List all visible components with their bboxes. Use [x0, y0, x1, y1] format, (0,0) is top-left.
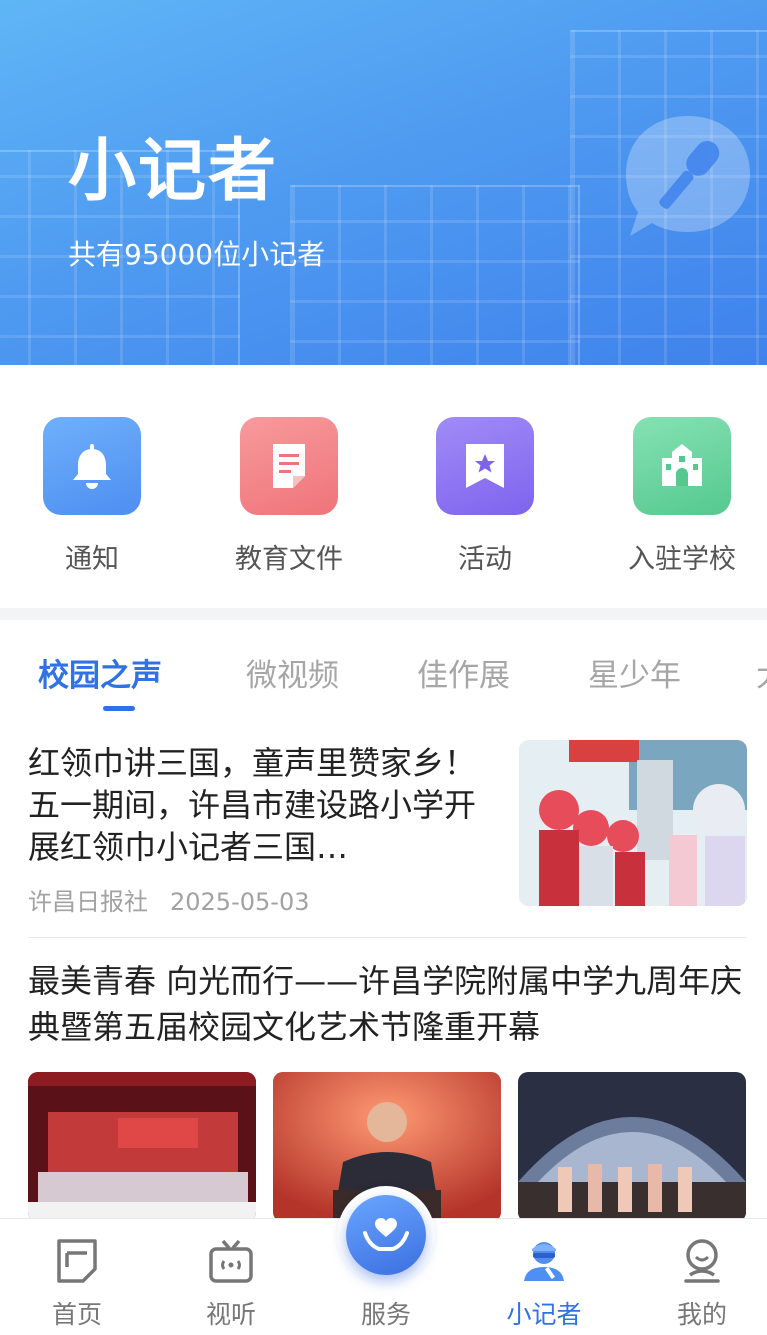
active-tab-indicator — [103, 706, 135, 711]
quick-menu: 通知 教育文件 活动 入驻学校 — [0, 365, 767, 608]
nav-label: 首页 — [51, 1300, 102, 1329]
reporter-icon — [524, 1242, 564, 1281]
news-item[interactable]: 最美青春 向光而行——许昌学院附属中学九周年庆典暨第五届校园文化艺术节隆重开幕 — [28, 958, 746, 1222]
profile-icon — [684, 1239, 720, 1283]
heart-hands-icon — [346, 1195, 426, 1275]
bell-icon — [43, 417, 141, 515]
nav-label: 服务 — [360, 1300, 411, 1329]
nav-home[interactable]: 首页 — [0, 1219, 154, 1335]
news-title: 红领巾讲三国，童声里赞家乡！五一期间，许昌市建设路小学开展红领巾小记者三国… — [28, 744, 477, 866]
menu-item-education-files[interactable]: 教育文件 — [209, 417, 369, 576]
nav-label: 小记者 — [506, 1300, 582, 1329]
document-icon — [240, 417, 338, 515]
nav-reporter[interactable]: 小记者 — [467, 1219, 621, 1335]
background-building — [290, 185, 580, 365]
tv-icon — [209, 1239, 253, 1283]
menu-item-notice[interactable]: 通知 — [12, 417, 172, 576]
news-image — [518, 1072, 746, 1222]
nav-mine[interactable]: 我的 — [625, 1219, 767, 1335]
reporter-count: 共有95000位小记者 — [68, 238, 326, 271]
menu-label: 教育文件 — [235, 544, 343, 575]
menu-label: 通知 — [65, 544, 119, 575]
nav-label: 我的 — [676, 1300, 727, 1329]
header-banner: 小记者 共有95000位小记者 — [0, 0, 767, 365]
menu-label: 入驻学校 — [628, 544, 736, 575]
news-date: 2025-05-03 — [170, 888, 310, 916]
menu-item-schools[interactable]: 入驻学校 — [602, 417, 762, 576]
news-meta: 许昌日报社 2025-05-03 — [28, 882, 309, 917]
menu-label: 活动 — [458, 544, 512, 575]
tab-campus-voice[interactable]: 校园之声 — [38, 650, 162, 695]
tab-micro-video[interactable]: 微视频 — [246, 650, 339, 695]
section-divider — [0, 608, 767, 620]
tab-more-partial[interactable]: 大 — [756, 650, 767, 695]
news-thumbnail — [519, 740, 747, 906]
menu-item-activities[interactable]: 活动 — [405, 417, 565, 576]
news-source: 许昌日报社 — [28, 888, 148, 916]
news-item[interactable]: 红领巾讲三国，童声里赞家乡！五一期间，许昌市建设路小学开展红领巾小记者三国… 许… — [28, 738, 747, 938]
microphone-bubble-icon — [626, 116, 750, 236]
tab-showcase[interactable]: 佳作展 — [417, 650, 510, 695]
nav-audio-video[interactable]: 视听 — [154, 1219, 308, 1335]
school-building-icon — [633, 417, 731, 515]
list-divider — [28, 937, 746, 938]
home-doc-icon — [57, 1239, 97, 1283]
category-tabs: 校园之声 微视频 佳作展 星少年 大 — [0, 640, 767, 720]
news-title: 最美青春 向光而行——许昌学院附属中学九周年庆典暨第五届校园文化艺术节隆重开幕 — [28, 962, 743, 1046]
page-title: 小记者 — [68, 132, 279, 211]
news-image — [28, 1072, 256, 1222]
bookmark-star-icon — [436, 417, 534, 515]
tab-star-youth[interactable]: 星少年 — [588, 650, 681, 695]
services-center-button[interactable] — [337, 1186, 435, 1284]
nav-label: 视听 — [205, 1300, 256, 1329]
